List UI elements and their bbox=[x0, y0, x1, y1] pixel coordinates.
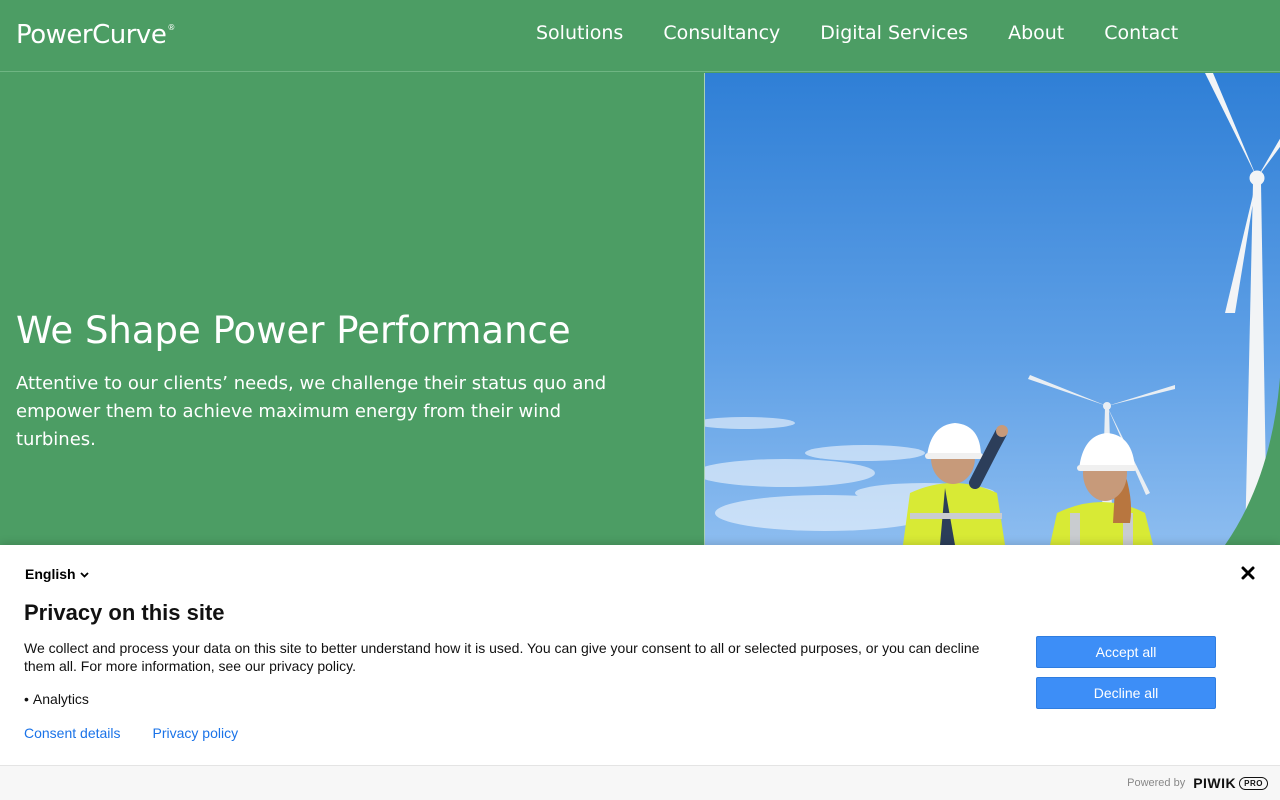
chevron-down-icon bbox=[79, 571, 89, 578]
consent-links: Consent details Privacy policy bbox=[24, 725, 238, 741]
consent-title: Privacy on this site bbox=[24, 600, 225, 625]
top-navigation: PowerCurve ® Solutions Consultancy Digita… bbox=[0, 0, 1280, 72]
consent-description: We collect and process your data on this… bbox=[24, 640, 980, 674]
hero-image-engineers-wind-turbines bbox=[704, 73, 1280, 545]
bullet-icon: • bbox=[24, 691, 29, 707]
powercurve-logo[interactable]: PowerCurve ® bbox=[16, 20, 175, 52]
piwik-pro-logo[interactable]: PIWIK PRO bbox=[1193, 775, 1268, 791]
pro-badge: PRO bbox=[1239, 776, 1268, 790]
piwik-brand: PIWIK bbox=[1193, 775, 1237, 791]
decline-all-button[interactable]: Decline all bbox=[1036, 677, 1216, 709]
nav-item-solutions[interactable]: Solutions bbox=[536, 22, 623, 44]
nav-item-digital-services[interactable]: Digital Services bbox=[820, 22, 968, 44]
hero-subtitle: Attentive to our clients’ needs, we chal… bbox=[16, 373, 607, 450]
main-menu: Solutions Consultancy Digital Services A… bbox=[536, 22, 1178, 44]
hero-illustration bbox=[705, 73, 1280, 545]
language-label: English bbox=[25, 566, 76, 582]
consent-details-link[interactable]: Consent details bbox=[24, 725, 121, 741]
logo-text: PowerCurve bbox=[16, 20, 167, 50]
nav-item-consultancy[interactable]: Consultancy bbox=[663, 22, 780, 44]
privacy-policy-link[interactable]: Privacy policy bbox=[153, 725, 239, 741]
nav-item-about[interactable]: About bbox=[1008, 22, 1064, 44]
purpose-item-analytics: • Analytics bbox=[24, 691, 89, 707]
powered-by: Powered by PIWIK PRO bbox=[1127, 775, 1268, 791]
hero-title: We Shape Power Performance bbox=[16, 309, 571, 352]
registered-mark: ® bbox=[167, 23, 175, 32]
purpose-label: Analytics bbox=[32, 691, 89, 707]
hero-text-panel: We Shape Power Performance Attentive to … bbox=[0, 73, 704, 545]
powered-by-label: Powered by bbox=[1127, 777, 1186, 789]
cookie-consent-banner: English Privacy on this site We collect … bbox=[0, 545, 1280, 800]
close-icon[interactable] bbox=[1240, 565, 1256, 581]
consent-footer: Powered by PIWIK PRO bbox=[0, 765, 1280, 800]
accept-all-button[interactable]: Accept all bbox=[1036, 636, 1216, 668]
language-selector[interactable]: English bbox=[25, 566, 89, 582]
nav-item-contact[interactable]: Contact bbox=[1104, 22, 1178, 44]
